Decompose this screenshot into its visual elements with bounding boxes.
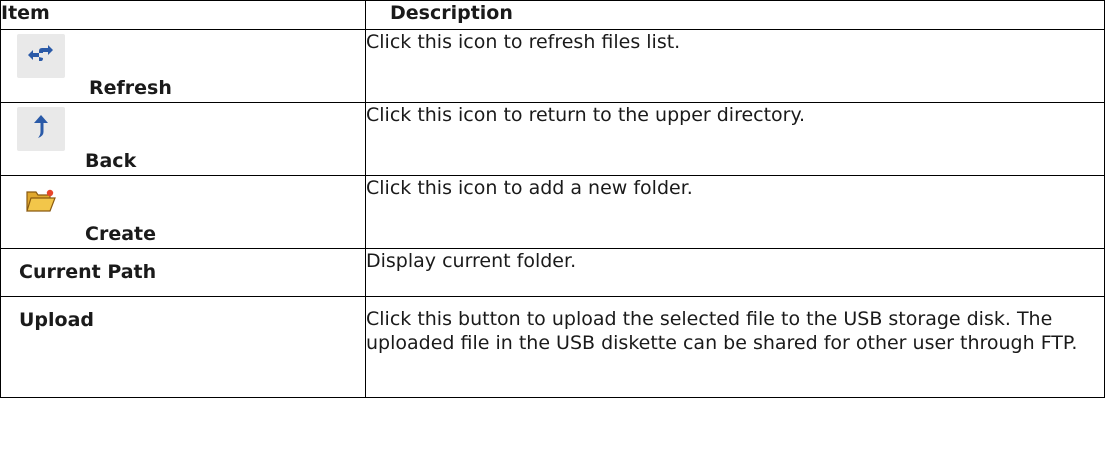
item-cell-current-path: Current Path <box>0 248 366 297</box>
create-label: Create <box>85 223 156 245</box>
description-column-header: Description <box>365 0 1105 30</box>
table-header-row: Item Description <box>0 0 1105 30</box>
item-cell-back: Back <box>0 102 366 176</box>
description-cell-create: Click this icon to add a new folder. <box>365 175 1105 249</box>
table-row: Back Click this icon to return to the up… <box>0 102 1105 176</box>
item-cell-upload: Upload <box>0 296 366 398</box>
folder-icon <box>17 180 65 224</box>
table-row: Upload Click this button to upload the s… <box>0 296 1105 398</box>
description-cell-refresh: Click this icon to refresh files list. <box>365 29 1105 103</box>
table-row: Current Path Display current folder. <box>0 248 1105 297</box>
description-cell-upload: Click this button to upload the selected… <box>365 296 1105 398</box>
description-cell-back: Click this icon to return to the upper d… <box>365 102 1105 176</box>
back-label: Back <box>85 150 137 172</box>
item-cell-create: Create <box>0 175 366 249</box>
item-description-table: Item Description Refresh Click this icon <box>0 0 1105 398</box>
refresh-label: Refresh <box>89 77 172 99</box>
item-cell-refresh: Refresh <box>0 29 366 103</box>
item-column-header: Item <box>0 0 366 30</box>
description-cell-current-path: Display current folder. <box>365 248 1105 297</box>
back-arrow-icon <box>17 107 65 151</box>
table-row: Create Click this icon to add a new fold… <box>0 175 1105 249</box>
table-row: Refresh Click this icon to refresh files… <box>0 29 1105 103</box>
refresh-icon <box>17 34 65 78</box>
